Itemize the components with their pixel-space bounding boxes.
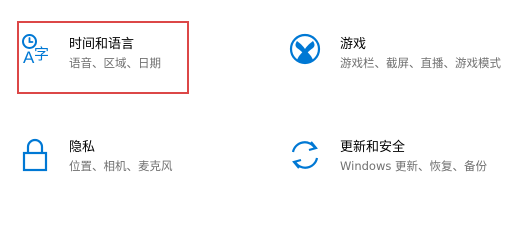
time-language-icon: A 字: [21, 33, 53, 67]
settings-tile-gaming[interactable]: 游戏 游戏栏、截屏、直播、游戏模式: [280, 21, 520, 94]
settings-tile-privacy[interactable]: 隐私 位置、相机、麦克风: [17, 128, 257, 198]
tile-title: 时间和语言: [69, 37, 135, 52]
settings-page: A 字 时间和语言 语音、区域、日期 游戏 游戏栏、截屏、直播、游戏模式 隐私 …: [0, 0, 526, 249]
lock-icon: [22, 138, 48, 172]
tile-description: 位置、相机、麦克风: [69, 159, 173, 173]
sync-icon: [288, 138, 322, 172]
xbox-icon: [289, 33, 321, 65]
svg-text:字: 字: [34, 45, 49, 63]
tile-description: Windows 更新、恢复、备份: [340, 159, 487, 173]
settings-tile-time-language[interactable]: A 字 时间和语言 语音、区域、日期: [17, 21, 189, 94]
tile-title: 隐私: [69, 140, 96, 155]
tile-description: 游戏栏、截屏、直播、游戏模式: [340, 56, 501, 70]
settings-tile-update-security[interactable]: 更新和安全 Windows 更新、恢复、备份: [280, 128, 520, 198]
tile-title: 游戏: [340, 37, 367, 52]
tile-description: 语音、区域、日期: [69, 56, 161, 70]
tile-title: 更新和安全: [340, 140, 406, 155]
